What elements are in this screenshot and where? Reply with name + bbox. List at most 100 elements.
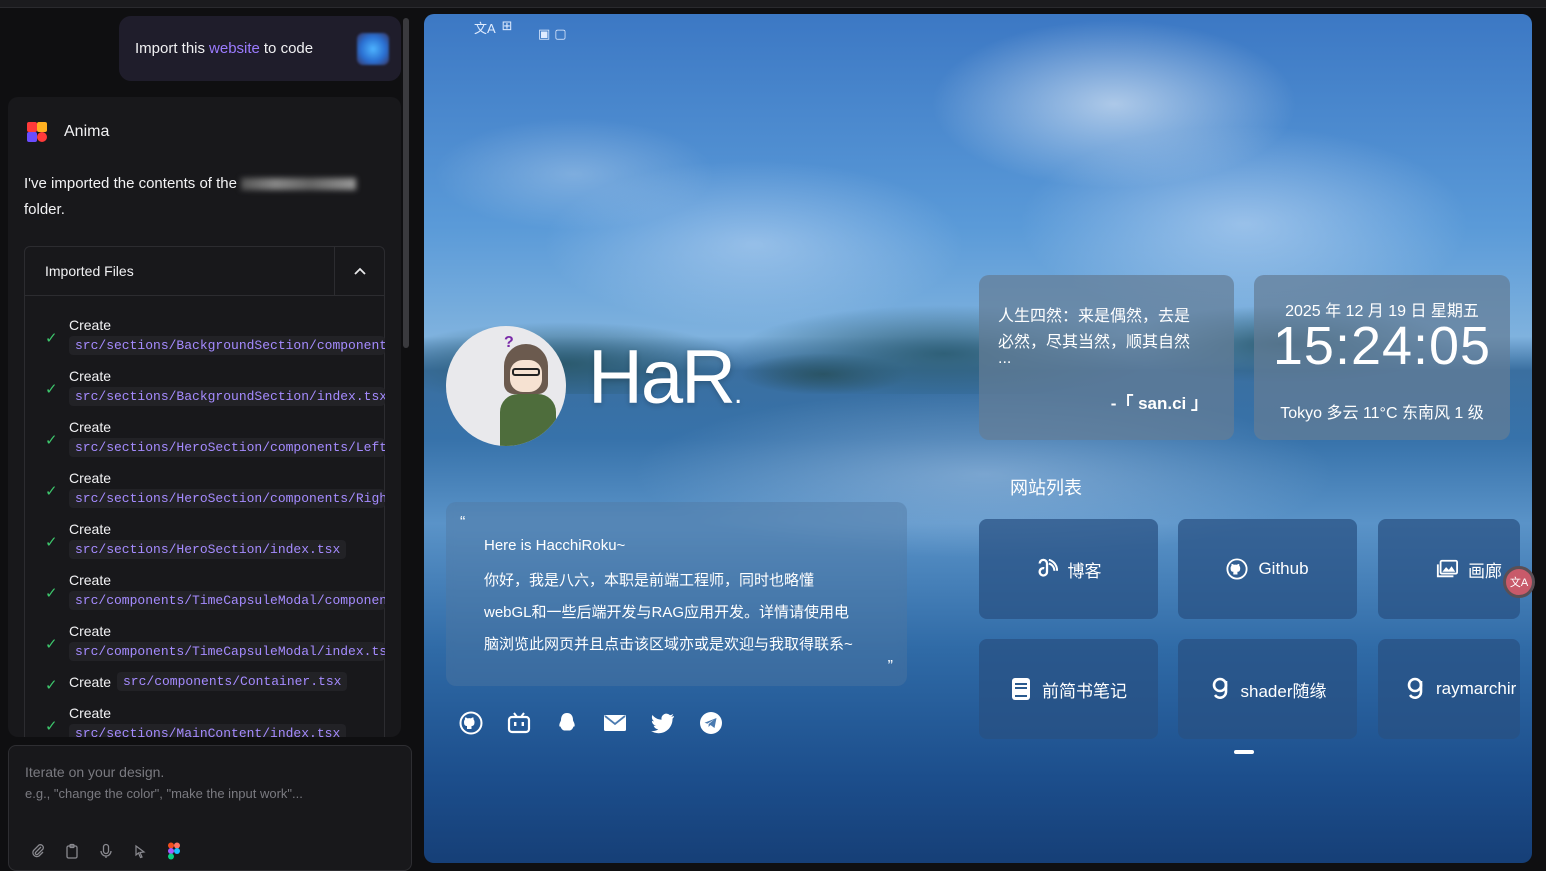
clipboard-icon[interactable] xyxy=(63,842,81,860)
translate-icon[interactable]: 文A xyxy=(474,18,496,37)
redacted-folder-name xyxy=(241,178,357,191)
qq-icon[interactable] xyxy=(554,710,580,736)
poem-line: 人生四然：来是偶然，去是 xyxy=(998,308,1191,325)
notebook-icon xyxy=(1010,678,1032,700)
file-action: Create xyxy=(69,674,112,690)
figma-icon[interactable] xyxy=(165,842,183,860)
message-prefix: I've imported the contents of the xyxy=(24,175,237,192)
site-tile-raymarching[interactable]: raymarchir xyxy=(1378,639,1520,739)
site-label: Github xyxy=(1258,559,1309,578)
imported-files-header[interactable]: Imported Files xyxy=(25,247,384,296)
quote-close-mark: ” xyxy=(887,658,893,675)
intro-line: webGL和一些后端开发与RAG应用开发。详情请使用电 xyxy=(484,604,850,621)
file-path: src/components/TimeCapsuleModal/index.ts xyxy=(69,642,385,661)
site-label: shader随缘 xyxy=(1240,681,1327,701)
paperclip-icon[interactable] xyxy=(29,842,47,860)
message-suffix: folder. xyxy=(24,201,65,218)
poem-card[interactable]: 人生四然：来是偶然，去是 必然，尽其当然，顺其自然 ... -「 san.ci … xyxy=(979,275,1234,440)
poem-line: 必然，尽其当然，顺其自然 xyxy=(998,334,1191,351)
intro-line: 脑浏览此网页并且点击该区域亦或是欢迎与我取得联系~ xyxy=(484,636,853,653)
prompt-input[interactable]: Iterate on your design. e.g., "change th… xyxy=(8,745,412,871)
intro-card[interactable]: “ Here is HacchiRoku~ 你好，我是八六，本职是前端工程师，同… xyxy=(446,502,907,686)
file-action: Create xyxy=(69,419,112,435)
check-icon: ✓ xyxy=(45,534,58,551)
file-action: Create xyxy=(69,705,112,721)
weather-text: Tokyo 多云 11°C 东南风 1 级 xyxy=(1280,405,1484,422)
file-path: src/sections/BackgroundSection/component… xyxy=(69,336,385,355)
comment-icon[interactable]: ▢ xyxy=(554,26,566,42)
input-placeholder: Iterate on your design. xyxy=(25,764,165,780)
import-suffix: to code xyxy=(263,40,314,57)
file-action: Create xyxy=(69,521,112,537)
site-tile-gallery[interactable]: 画廊 xyxy=(1378,519,1520,619)
file-action: Create xyxy=(69,470,112,486)
carousel-indicator[interactable] xyxy=(1234,750,1254,754)
import-website-bubble[interactable]: Import this website to code xyxy=(119,16,401,81)
site-label: 画廊 xyxy=(1468,561,1502,581)
check-icon: ✓ xyxy=(45,330,58,347)
social-links xyxy=(458,710,724,736)
imported-files-title: Imported Files xyxy=(45,263,134,279)
avatar: ? xyxy=(446,326,566,446)
anima-logo-icon xyxy=(24,119,50,145)
clock-text: 15:24:05 xyxy=(1272,316,1492,376)
file-path: src/sections/MainContent/index.tsx xyxy=(69,724,347,737)
glitch-icon xyxy=(1404,677,1426,700)
check-icon: ✓ xyxy=(45,636,58,653)
input-placeholder-example: e.g., "change the color", "make the inpu… xyxy=(25,786,303,801)
intro-line: Here is HacchiRoku~ xyxy=(484,537,626,554)
file-path: src/components/Container.tsx xyxy=(117,672,348,691)
preview-toolbar-left: 文A ⊞ xyxy=(474,18,513,37)
website-preview: 文A ⊞ ▣ ▢ ? HaR. “ Here is HacchiRoku~ 你好… xyxy=(424,14,1532,863)
file-path: src/components/TimeCapsuleModal/componen xyxy=(69,591,385,610)
translate-fab-icon[interactable]: 文A xyxy=(1503,566,1535,598)
collapse-toggle[interactable] xyxy=(334,247,384,296)
settings-panel-icon[interactable]: ▣ xyxy=(538,26,550,42)
mail-icon[interactable] xyxy=(602,710,628,736)
quote-open-mark: “ xyxy=(460,514,466,531)
top-bar xyxy=(0,0,1546,8)
agent-header: Anima xyxy=(24,119,109,145)
input-toolbar xyxy=(29,842,183,860)
preview-toolbar-right: ▣ ▢ xyxy=(538,26,567,42)
time-card[interactable]: 2025 年 12 月 19 日 星期五 15:24:05 Tokyo 多云 1… xyxy=(1254,275,1510,440)
poem-source: -「 san.ci 」 xyxy=(1110,394,1208,413)
site-tile-blog[interactable]: 博客 xyxy=(979,519,1158,619)
file-action: Create xyxy=(69,317,112,333)
cursor-select-icon[interactable] xyxy=(131,842,149,860)
check-icon: ✓ xyxy=(45,432,58,449)
twitter-icon[interactable] xyxy=(650,710,676,736)
bilibili-icon[interactable] xyxy=(506,710,532,736)
hero-name-text: HaR xyxy=(588,335,736,420)
site-tile-shader[interactable]: shader随缘 xyxy=(1178,639,1357,739)
site-label: 博客 xyxy=(1067,561,1102,581)
sites-title: 网站列表 xyxy=(1010,478,1082,498)
file-path: src/sections/HeroSection/index.tsx xyxy=(69,540,347,559)
site-tile-github[interactable]: Github xyxy=(1178,519,1357,619)
agent-name: Anima xyxy=(64,123,110,140)
hero-name-dot: . xyxy=(734,377,742,410)
site-tile-notes[interactable]: 前简书笔记 xyxy=(979,639,1158,739)
microphone-icon[interactable] xyxy=(97,842,115,860)
telegram-icon[interactable] xyxy=(698,710,724,736)
github-icon[interactable] xyxy=(458,710,484,736)
site-label: raymarchir xyxy=(1436,679,1517,698)
hero-title: HaR. xyxy=(588,334,743,421)
file-path: src/sections/BackgroundSection/index.tsx xyxy=(69,387,385,406)
import-link[interactable]: website xyxy=(209,40,260,57)
github-icon xyxy=(1226,558,1248,580)
site-label: 前简书笔记 xyxy=(1042,681,1127,701)
check-icon: ✓ xyxy=(45,585,58,602)
file-action: Create xyxy=(69,368,112,384)
gallery-icon xyxy=(1436,558,1458,580)
chat-panel: Import this website to code Anima I've i… xyxy=(0,8,418,871)
check-icon: ✓ xyxy=(45,677,58,694)
check-icon: ✓ xyxy=(45,718,58,735)
blog-icon xyxy=(1036,558,1058,580)
grid-icon[interactable]: ⊞ xyxy=(502,18,513,37)
chevron-up-icon xyxy=(353,267,366,275)
website-thumbnail xyxy=(357,33,389,65)
file-action: Create xyxy=(69,623,112,639)
chat-scrollbar[interactable] xyxy=(403,18,409,348)
check-icon: ✓ xyxy=(45,483,58,500)
